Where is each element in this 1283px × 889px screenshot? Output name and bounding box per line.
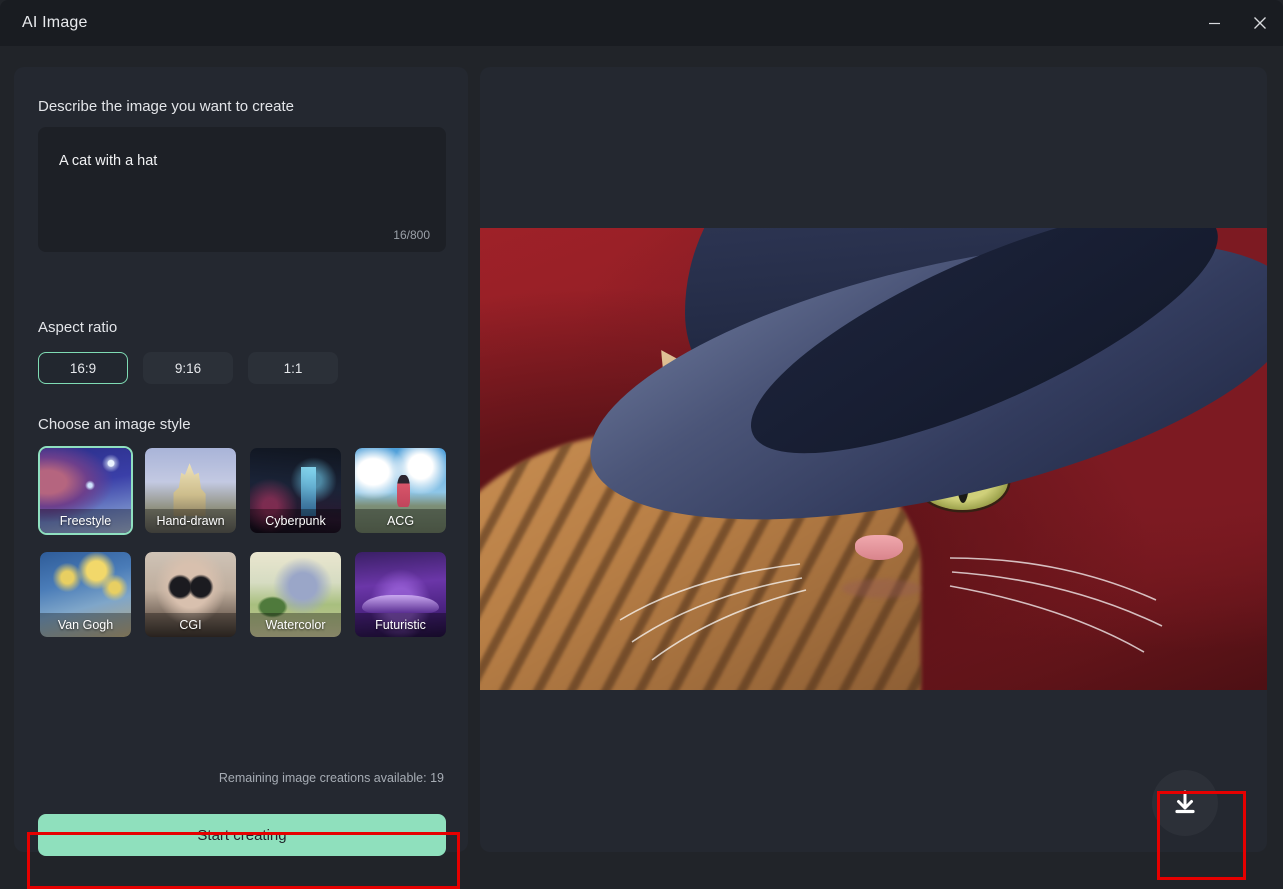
download-button[interactable] <box>1152 770 1218 836</box>
style-tile-acg[interactable]: ACG <box>353 446 448 535</box>
close-icon <box>1254 17 1266 29</box>
style-tile-label: Hand-drawn <box>145 509 236 533</box>
style-tile-watercolor[interactable]: Watercolor <box>248 550 343 639</box>
aspect-ratio-option-16-9[interactable]: 16:9 <box>38 352 128 384</box>
start-creating-button[interactable]: Start creating <box>38 814 446 856</box>
style-tile-label: Futuristic <box>355 613 446 637</box>
style-tile-van-gogh[interactable]: Van Gogh <box>38 550 133 639</box>
style-grid: Freestyle Hand-drawn Cyberpunk ACG Van G… <box>38 446 448 639</box>
download-icon <box>1175 790 1195 814</box>
settings-panel: Describe the image you want to create A … <box>14 67 468 856</box>
generated-image <box>480 228 1267 690</box>
style-tile-cgi[interactable]: CGI <box>143 550 238 639</box>
prompt-input[interactable]: A cat with a hat 16/800 <box>38 127 446 252</box>
style-tile-label: Van Gogh <box>40 613 131 637</box>
window-controls <box>1191 0 1283 46</box>
describe-label: Describe the image you want to create <box>38 98 294 115</box>
style-tile-hand-drawn[interactable]: Hand-drawn <box>143 446 238 535</box>
aspect-ratio-label: Aspect ratio <box>38 319 118 336</box>
minimize-button[interactable] <box>1191 0 1237 46</box>
main-content: Describe the image you want to create A … <box>0 46 1283 889</box>
prompt-text-value: A cat with a hat <box>59 153 158 169</box>
style-label: Choose an image style <box>38 416 191 433</box>
character-counter: 16/800 <box>393 228 430 242</box>
window-title: AI Image <box>22 14 88 31</box>
minimize-icon <box>1208 22 1220 24</box>
style-tile-futuristic[interactable]: Futuristic <box>353 550 448 639</box>
aspect-ratio-option-1-1[interactable]: 1:1 <box>248 352 338 384</box>
preview-panel <box>480 67 1267 852</box>
style-tile-cyberpunk[interactable]: Cyberpunk <box>248 446 343 535</box>
close-button[interactable] <box>1237 0 1283 46</box>
style-tile-freestyle[interactable]: Freestyle <box>38 446 133 535</box>
style-tile-label: ACG <box>355 509 446 533</box>
cat-mouth <box>842 579 921 598</box>
aspect-ratio-option-9-16[interactable]: 9:16 <box>143 352 233 384</box>
title-bar: AI Image <box>0 0 1283 46</box>
aspect-ratio-group: 16:9 9:16 1:1 <box>38 352 338 384</box>
style-tile-label: Freestyle <box>40 509 131 533</box>
style-tile-label: Watercolor <box>250 613 341 637</box>
style-tile-label: CGI <box>145 613 236 637</box>
style-tile-label: Cyberpunk <box>250 509 341 533</box>
remaining-credits-text: Remaining image creations available: 19 <box>218 771 444 785</box>
